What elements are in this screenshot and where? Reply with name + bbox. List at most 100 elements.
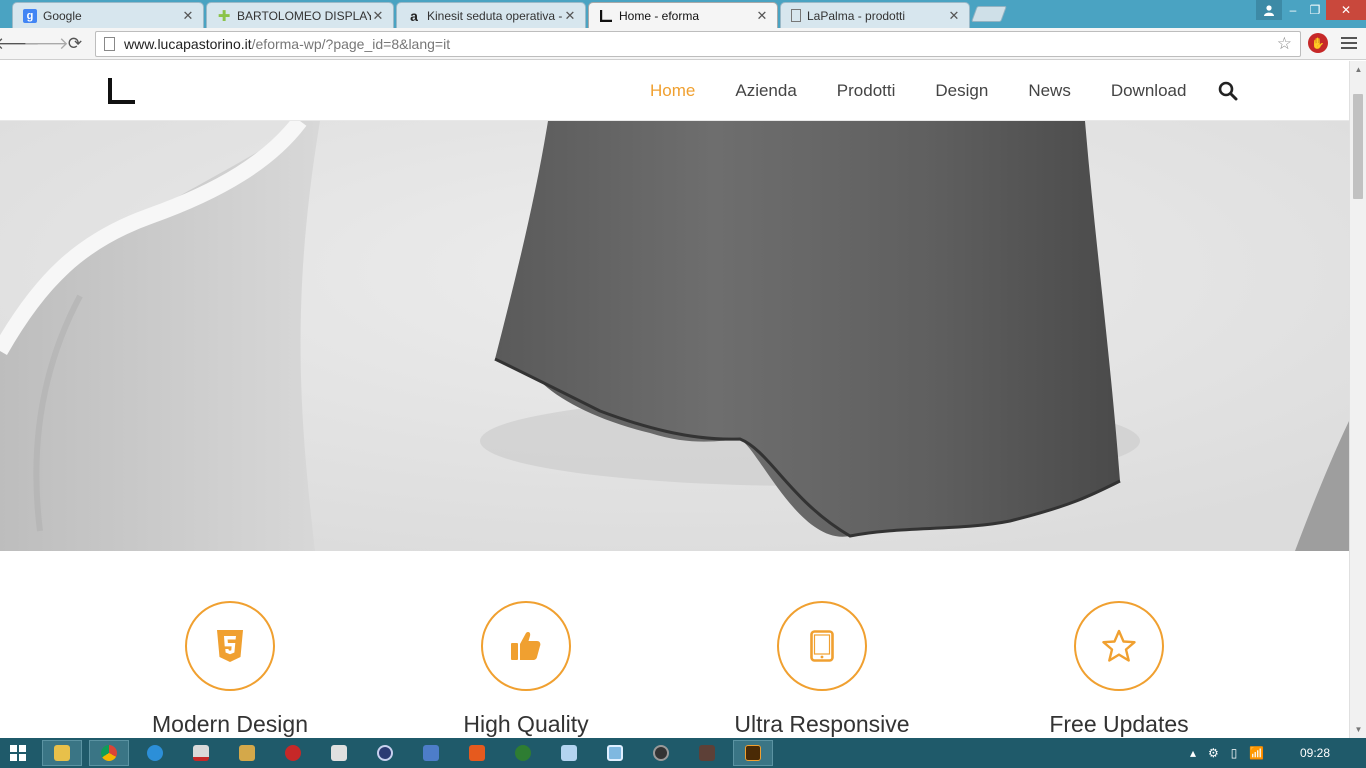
taskbar-app-cinema[interactable]	[365, 740, 405, 766]
taskbar-app-pen[interactable]	[227, 740, 267, 766]
page-icon	[104, 37, 115, 51]
feature-icon-circle	[481, 601, 571, 691]
feature-title: Ultra Responsive	[734, 711, 910, 737]
tab-title: Google	[43, 8, 82, 23]
scroll-down-arrow-icon[interactable]: ▼	[1350, 721, 1366, 738]
bookmark-star-icon[interactable]: ☆	[1277, 34, 1292, 54]
feature-title: High Quality	[463, 711, 589, 737]
star-icon	[1102, 629, 1136, 662]
tab-google[interactable]: g Google ✕	[12, 2, 204, 28]
feature-modern-design: Modern Design	[110, 601, 350, 738]
feature-icon-circle	[1074, 601, 1164, 691]
nav-news[interactable]: News	[1028, 81, 1071, 101]
amazon-icon: a	[410, 7, 418, 24]
forward-icon[interactable]: 🡒	[23, 33, 69, 55]
nav-prodotti[interactable]: Prodotti	[837, 81, 896, 101]
window-app-icon	[607, 745, 623, 761]
nav-download[interactable]: Download	[1111, 81, 1187, 101]
adblock-extension-icon[interactable]: ✋	[1308, 33, 1328, 53]
close-icon[interactable]: ✕	[181, 8, 195, 24]
browser-toolbar: 🡐 🡒 ⟳ www.lucapastorino.it/eforma-wp/?pa…	[0, 28, 1366, 60]
scroll-thumb[interactable]	[1353, 94, 1363, 199]
taskbar-app-window[interactable]	[595, 740, 635, 766]
tab-kinesit[interactable]: a Kinesit seduta operativa - ✕	[396, 2, 586, 28]
tab-bartolomeo[interactable]: ✚ BARTOLOMEO DISPLAY | ✕	[206, 2, 394, 28]
page-icon	[791, 9, 801, 22]
url-path: /eforma-wp/?page_id=8&lang=it	[251, 36, 451, 52]
tab-title: BARTOLOMEO DISPLAY |	[237, 8, 371, 23]
close-icon[interactable]: ✕	[563, 8, 577, 24]
browser-tab-strip: g Google ✕ ✚ BARTOLOMEO DISPLAY | ✕ a Ki…	[0, 0, 1366, 28]
chrome-icon	[101, 745, 117, 761]
tray-expand-icon[interactable]: ▴	[1190, 746, 1196, 760]
tab-title: Home - eforma	[619, 8, 700, 23]
taskbar-chrome[interactable]	[89, 740, 129, 766]
taskbar-app-blue[interactable]	[411, 740, 451, 766]
close-icon[interactable]: ✕	[755, 8, 769, 24]
tray-network-share-icon[interactable]: ⚙	[1208, 746, 1219, 760]
taskbar-illustrator[interactable]	[733, 740, 773, 766]
close-icon[interactable]: ✕	[371, 8, 385, 24]
taskbar-app-camera[interactable]	[641, 740, 681, 766]
url-host: www.lucapastorino.it	[124, 36, 252, 52]
tablet-icon	[810, 630, 834, 662]
windows-taskbar: ▴ ⚙ ▯ 📶 09:28	[0, 738, 1366, 768]
scroll-up-arrow-icon[interactable]: ▲	[1350, 61, 1366, 78]
cinema4d-icon	[377, 745, 393, 761]
feature-ultra-responsive: Ultra Responsive	[702, 601, 942, 738]
user-icon[interactable]	[1256, 0, 1282, 20]
orange-app-icon	[469, 745, 485, 761]
web-page: Home Azienda Prodotti Design News Downlo…	[0, 61, 1349, 738]
taskbar-file-explorer[interactable]	[42, 740, 82, 766]
nav-azienda[interactable]: Azienda	[735, 81, 796, 101]
close-icon[interactable]: ✕	[947, 8, 961, 24]
tray-battery-icon[interactable]: ▯	[1231, 746, 1238, 760]
thumbs-up-icon	[511, 632, 541, 660]
taskbar-ie[interactable]	[135, 740, 175, 766]
site-header: Home Azienda Prodotti Design News Downlo…	[0, 61, 1349, 121]
feature-icon-circle	[185, 601, 275, 691]
tab-lapalma[interactable]: LaPalma - prodotti ✕	[780, 2, 970, 28]
nav-home[interactable]: Home	[650, 81, 695, 101]
green-app-icon	[515, 745, 531, 761]
nav-design[interactable]: Design	[935, 81, 988, 101]
taskbar-app-doc[interactable]	[319, 740, 359, 766]
feature-title: Modern Design	[152, 711, 308, 737]
tab-title: Kinesit seduta operativa -	[427, 8, 563, 23]
tray-signal-icon[interactable]: 📶	[1249, 746, 1264, 760]
illustrator-icon	[745, 745, 761, 761]
menu-icon[interactable]	[1340, 34, 1358, 52]
html5-icon	[217, 630, 243, 662]
eforma-logo[interactable]	[108, 77, 136, 104]
taskbar-app-calc[interactable]	[549, 740, 589, 766]
main-nav: Home Azienda Prodotti Design News Downlo…	[630, 61, 1206, 121]
red-app-icon	[285, 745, 301, 761]
feature-title: Free Updates	[1049, 711, 1189, 737]
new-tab-button[interactable]	[971, 6, 1007, 22]
windows-start-icon[interactable]	[10, 745, 26, 761]
search-icon[interactable]	[1218, 81, 1238, 101]
feature-free-updates: Free Updates	[999, 601, 1239, 738]
tab-home-eforma[interactable]: Home - eforma ✕	[588, 2, 778, 28]
taskbar-app-chair[interactable]	[687, 740, 727, 766]
camera-icon	[653, 745, 669, 761]
page-scrollbar[interactable]: ▲ ▼	[1349, 61, 1366, 738]
internet-explorer-icon	[147, 745, 163, 761]
reload-icon[interactable]: ⟳	[64, 33, 86, 55]
blue-app-icon	[423, 745, 439, 761]
maximize-button[interactable]: ❐	[1304, 0, 1326, 20]
calculator-icon	[561, 745, 577, 761]
chair-app-icon	[699, 745, 715, 761]
minimize-button[interactable]: –	[1282, 0, 1304, 20]
eforma-icon	[599, 9, 613, 23]
close-window-button[interactable]: ✕	[1326, 0, 1366, 20]
taskbar-app-orange[interactable]	[457, 740, 497, 766]
taskbar-clock[interactable]: 09:28	[1300, 746, 1330, 760]
taskbar-acrobat[interactable]	[181, 740, 221, 766]
cross-icon: ✚	[217, 7, 231, 25]
address-bar[interactable]: www.lucapastorino.it/eforma-wp/?page_id=…	[95, 31, 1301, 57]
hero-image	[0, 121, 1349, 551]
taskbar-app-red[interactable]	[273, 740, 313, 766]
taskbar-app-green[interactable]	[503, 740, 543, 766]
system-tray: ▴ ⚙ ▯ 📶	[1184, 738, 1270, 768]
